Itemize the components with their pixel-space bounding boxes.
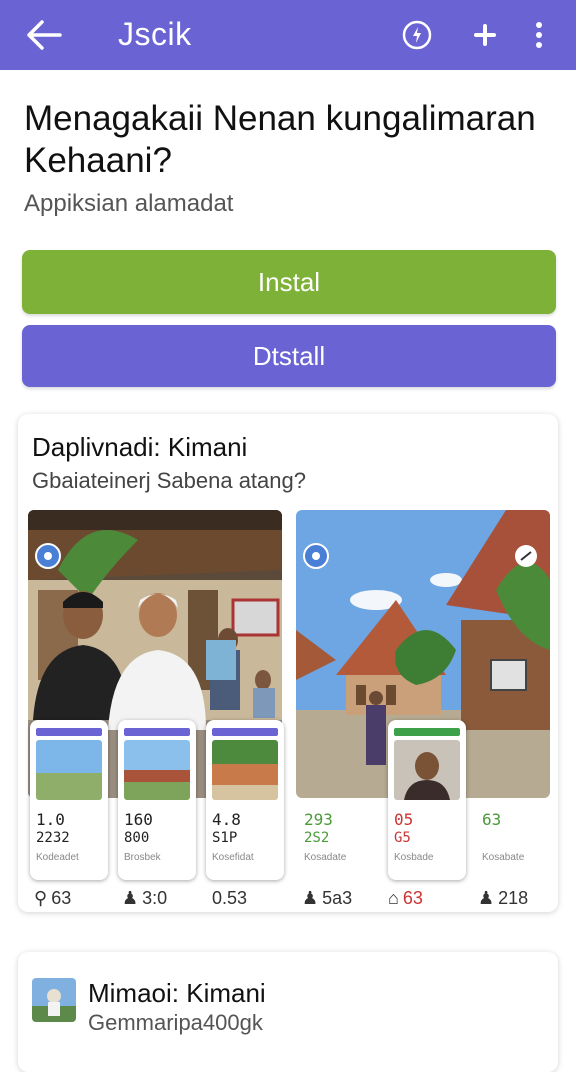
card-subtitle: Gemmaripa400gk (88, 1010, 263, 1035)
phone-stat-2: 2S2 (304, 830, 330, 846)
bolt-icon[interactable] (400, 18, 434, 52)
add-icon[interactable] (468, 18, 502, 52)
phone-stat-3: Kosabate (482, 852, 525, 863)
app-bar: Jscik (0, 0, 576, 70)
phone-stat-1: 293 (304, 810, 333, 829)
phone-bar (124, 728, 190, 736)
more-vert-icon[interactable] (522, 18, 556, 52)
home-icon: ⌂ (388, 888, 399, 908)
page-subtitle: Appiksian alamadat (24, 190, 234, 217)
phone-preview[interactable]: 4.8 S1P Kosefidat (206, 720, 284, 880)
pin-icon: ⚲ (34, 888, 48, 908)
app-card[interactable]: Daplivnadi: Kimani Gbaiateinerj Sabena a… (18, 414, 558, 912)
phone-stat-1: 4.8 (212, 810, 241, 829)
phone-screen (36, 740, 102, 800)
stat-value: 5a3 (322, 888, 353, 908)
phone-stat-3: Kosbade (394, 852, 434, 863)
install-button[interactable]: Instal (22, 250, 556, 314)
stat-item: ♟ 5a3 (302, 888, 352, 909)
app-card[interactable]: Mimaoi: Kimani Gemmaripa400gk (18, 952, 558, 1072)
phone-screen (212, 740, 278, 800)
stat-item: 0.53 (208, 888, 247, 909)
person-icon: ♟ (478, 888, 495, 908)
phone-bar (36, 728, 102, 736)
card-title: Mimaoi: Kimani (88, 978, 266, 1008)
stat-item: ♟ 218 (478, 888, 528, 909)
stat-value: 218 (498, 888, 529, 908)
stat-value: 63 (51, 888, 72, 908)
phone-stat-2: G5 (394, 830, 411, 846)
phone-stat-3: Kosefidat (212, 852, 254, 863)
detail-button[interactable]: Dtstall (22, 325, 556, 387)
phone-preview[interactable]: 63 Kosabate (476, 720, 554, 880)
stat-item: ⌂ 63 (388, 888, 423, 909)
phone-preview[interactable]: 160 800 Brosbek (118, 720, 196, 880)
phone-bar (394, 728, 460, 736)
phone-stat-1: 1.0 (36, 810, 65, 829)
phone-preview[interactable]: 293 2S2 Kosadate (298, 720, 376, 880)
phone-screen (124, 740, 190, 800)
card-subtitle: Gbaiateinerj Sabena atang? (32, 468, 306, 493)
phone-preview[interactable]: 05 G5 Kosbade (388, 720, 466, 880)
person-icon: ♟ (122, 888, 139, 908)
card-title: Daplivnadi: Kimani (32, 432, 248, 462)
back-arrow-icon[interactable] (24, 17, 64, 53)
phone-screen (394, 740, 460, 800)
page-heading: Menagakaii Nenan kungalimaran Kehaani? (24, 99, 536, 180)
phone-stat-1: 05 (394, 810, 414, 829)
phone-stat-3: Brosbek (124, 852, 161, 863)
phone-stat-3: Kodeadet (36, 852, 79, 863)
phone-stat-1: 160 (124, 810, 153, 829)
stat-item: ⚲ 63 (34, 888, 71, 909)
phone-bar (212, 728, 278, 736)
phone-stat-2: 2232 (36, 830, 70, 846)
phone-stat-1: 63 (482, 810, 502, 829)
phone-preview[interactable]: 1.0 2232 Kodeadet (30, 720, 108, 880)
app-thumbnail (32, 978, 76, 1022)
app-title: Jscik (118, 16, 192, 52)
person-icon: ♟ (302, 888, 319, 908)
phone-stat-3: Kosadate (304, 852, 347, 863)
stat-value: 0.53 (212, 888, 248, 908)
phone-stat-2: S1P (212, 830, 238, 846)
stat-value: 63 (402, 888, 423, 908)
stat-value: 3:0 (142, 888, 168, 908)
stat-item: ♟ 3:0 (122, 888, 167, 909)
phone-stat-2: 800 (124, 830, 150, 846)
